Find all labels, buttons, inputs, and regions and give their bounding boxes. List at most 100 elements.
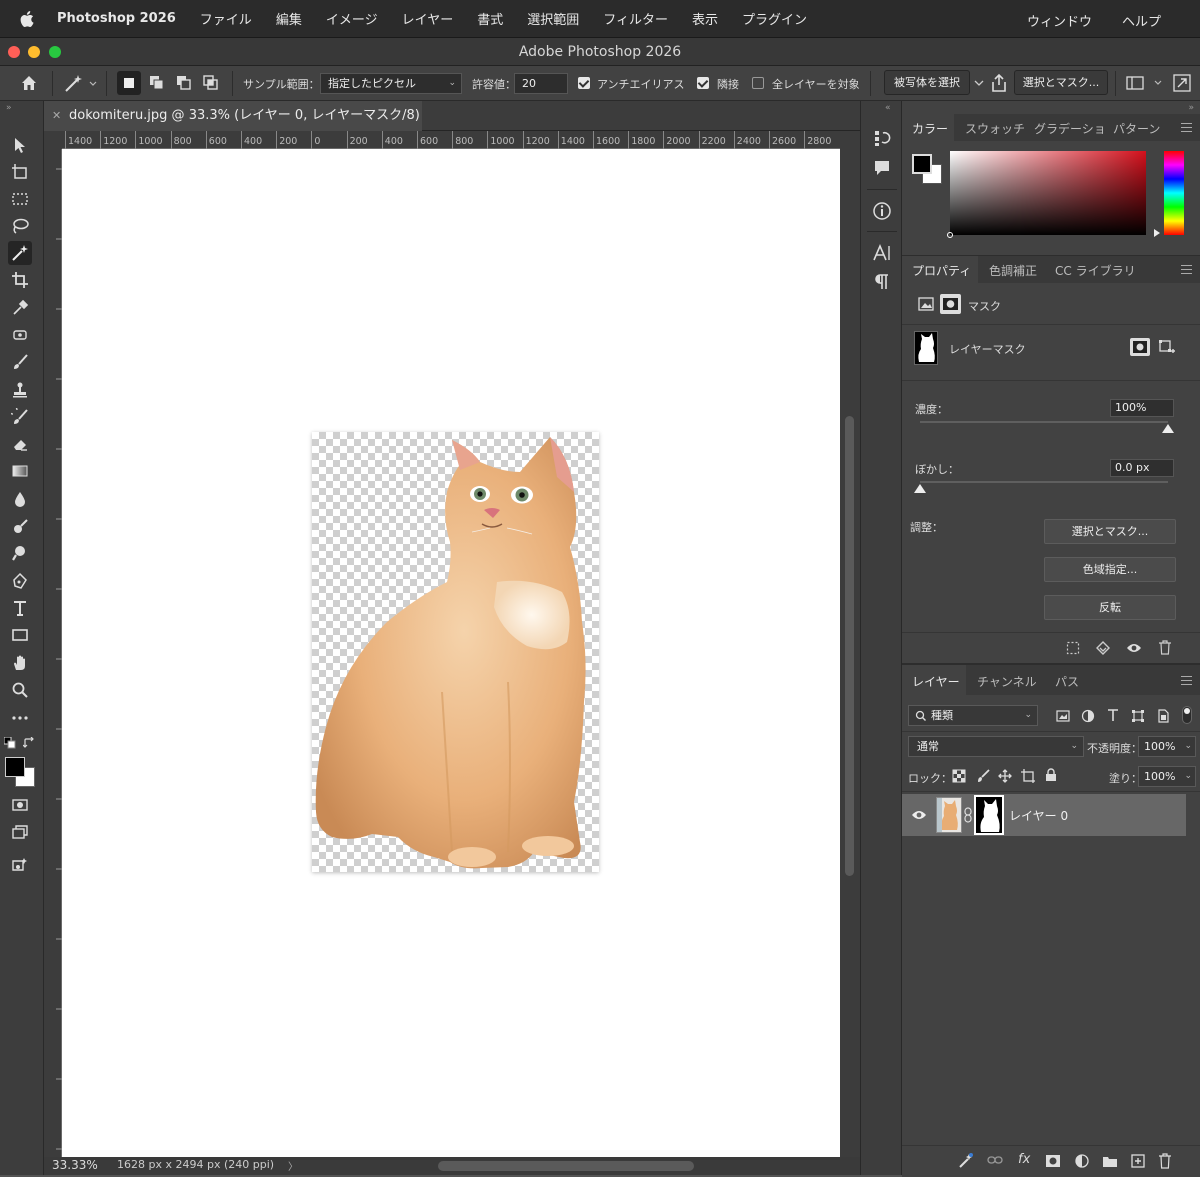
- sample-size-select[interactable]: 指定したピクセル ⌄: [320, 73, 462, 94]
- clone-stamp-icon[interactable]: [8, 378, 32, 402]
- panel-menu-icon[interactable]: [1181, 676, 1192, 685]
- menu-window[interactable]: ウィンドウ: [1027, 11, 1092, 30]
- tab-adjustments[interactable]: 色調補正: [989, 262, 1037, 279]
- history-panel-icon[interactable]: [873, 129, 891, 147]
- close-icon[interactable]: ✕: [52, 101, 61, 131]
- layer-thumbnail[interactable]: [936, 797, 962, 833]
- menu-help[interactable]: ヘルプ: [1122, 11, 1161, 30]
- workspace-icon[interactable]: [1126, 75, 1162, 91]
- rectangle-tool-icon[interactable]: [8, 623, 32, 647]
- crop-tool-icon[interactable]: [8, 268, 32, 292]
- layer-mask-thumb[interactable]: [974, 795, 1004, 835]
- invert-button[interactable]: 反転: [1044, 595, 1176, 620]
- menu-image[interactable]: イメージ: [326, 9, 378, 28]
- tab-channels[interactable]: チャンネル: [977, 673, 1037, 690]
- lasso-tool-icon[interactable]: [8, 214, 32, 238]
- panel-menu-icon[interactable]: [1181, 123, 1192, 132]
- panel-foreground-swatch[interactable]: [912, 154, 932, 174]
- pen-tool-icon[interactable]: [8, 541, 32, 565]
- layer-mask-thumbnail[interactable]: [914, 331, 938, 365]
- filter-type-icon[interactable]: [1106, 708, 1120, 722]
- feather-input[interactable]: 0.0 px: [1110, 459, 1174, 477]
- generative-layer-icon[interactable]: [958, 1153, 974, 1169]
- all-layers-checkbox[interactable]: [752, 77, 764, 89]
- artboard-tool-icon[interactable]: [8, 160, 32, 184]
- pixel-layer-icon[interactable]: [918, 297, 934, 311]
- app-menu[interactable]: Photoshop 2026: [57, 11, 176, 26]
- zoom-window-button[interactable]: [49, 46, 61, 58]
- spot-healing-brush-icon[interactable]: [8, 323, 32, 347]
- filter-pixel-icon[interactable]: [1056, 709, 1070, 723]
- brush-tool-icon[interactable]: [8, 350, 32, 374]
- horizontal-scroll-thumb[interactable]: [438, 1161, 694, 1171]
- dodge-tool-icon[interactable]: [8, 514, 32, 538]
- add-mask-icon[interactable]: [1045, 1154, 1061, 1168]
- feather-slider-thumb[interactable]: [914, 484, 926, 493]
- density-input[interactable]: 100%: [1110, 399, 1174, 417]
- tab-patterns[interactable]: パターン: [1113, 120, 1160, 137]
- gradient-tool-icon[interactable]: [8, 459, 32, 483]
- document-canvas[interactable]: [62, 149, 840, 1157]
- feather-slider[interactable]: [920, 481, 1168, 483]
- share-icon[interactable]: [989, 73, 1009, 93]
- rectangle-marquee-icon[interactable]: [8, 187, 32, 211]
- filter-toggle-switch[interactable]: [1182, 706, 1192, 724]
- filter-shape-icon[interactable]: [1131, 709, 1145, 723]
- move-tool-icon[interactable]: [8, 133, 32, 157]
- menu-edit[interactable]: 編集: [276, 9, 302, 28]
- menu-plugins[interactable]: プラグイン: [742, 9, 807, 28]
- tab-gradients[interactable]: グラデーション: [1034, 120, 1104, 137]
- select-and-mask-button[interactable]: 選択とマスク...: [1014, 70, 1108, 95]
- delete-layer-icon[interactable]: [1158, 1153, 1172, 1169]
- layer-name[interactable]: レイヤー 0: [1009, 807, 1068, 824]
- vertical-scroll-thumb[interactable]: [845, 416, 854, 876]
- magic-wand-tool-preset-icon[interactable]: [64, 73, 98, 93]
- character-panel-icon[interactable]: [872, 243, 892, 263]
- quick-mask-icon[interactable]: [8, 793, 32, 817]
- select-subject-dropdown-icon[interactable]: [972, 76, 986, 90]
- tolerance-input[interactable]: 20: [514, 73, 568, 94]
- paragraph-panel-icon[interactable]: [873, 273, 891, 291]
- screen-mode-icon[interactable]: [8, 820, 32, 844]
- zoom-level[interactable]: 33.33%: [52, 1158, 98, 1172]
- delete-mask-icon[interactable]: [1158, 640, 1172, 655]
- default-colors-icon[interactable]: [4, 737, 16, 749]
- close-window-button[interactable]: [8, 46, 20, 58]
- new-selection-button[interactable]: [117, 71, 141, 95]
- mask-link-icon[interactable]: [964, 807, 972, 823]
- blend-mode-select[interactable]: 通常 ⌄: [908, 736, 1084, 757]
- collapse-arrows-icon[interactable]: »: [1188, 103, 1194, 113]
- filter-adjustment-icon[interactable]: [1081, 709, 1095, 723]
- magic-wand-tool-icon[interactable]: [8, 241, 32, 265]
- new-group-icon[interactable]: [1102, 1154, 1118, 1168]
- color-picker-field[interactable]: [947, 151, 1146, 238]
- menu-type[interactable]: 書式: [477, 9, 503, 28]
- load-selection-icon[interactable]: [1066, 641, 1080, 655]
- minimize-window-button[interactable]: [28, 46, 40, 58]
- hue-slider[interactable]: [1164, 151, 1184, 235]
- fill-input[interactable]: 100% ⌄: [1138, 766, 1196, 787]
- layer-row[interactable]: レイヤー 0: [902, 794, 1186, 836]
- foreground-color-swatch[interactable]: [5, 757, 25, 777]
- layer-style-icon[interactable]: fx: [1018, 1152, 1030, 1167]
- mask-mode-icon[interactable]: [940, 294, 961, 314]
- mask-visibility-eye-icon[interactable]: [1126, 641, 1142, 655]
- eyedropper-tool-icon[interactable]: [8, 296, 32, 320]
- intersect-selection-button[interactable]: [199, 71, 223, 95]
- panel-menu-icon[interactable]: [1181, 265, 1192, 274]
- select-mask-icon[interactable]: [1130, 338, 1150, 356]
- home-icon[interactable]: [20, 74, 38, 92]
- lock-position-icon[interactable]: [998, 769, 1012, 783]
- info-panel-icon[interactable]: [872, 201, 892, 221]
- menu-filter[interactable]: フィルター: [603, 9, 668, 28]
- document-tab[interactable]: ✕ dokomiteru.jpg @ 33.3% (レイヤー 0, レイヤーマス…: [44, 101, 422, 153]
- new-layer-icon[interactable]: [1130, 1153, 1146, 1169]
- pen-path-tool-icon[interactable]: [8, 569, 32, 593]
- tab-layers[interactable]: レイヤー: [912, 673, 960, 690]
- tab-paths[interactable]: パス: [1055, 673, 1079, 690]
- new-fill-adjustment-icon[interactable]: [1074, 1153, 1090, 1169]
- swap-colors-icon[interactable]: [23, 737, 35, 749]
- hand-tool-icon[interactable]: [8, 651, 32, 675]
- tab-color[interactable]: カラー: [912, 120, 948, 137]
- more-tools-icon[interactable]: [8, 706, 32, 730]
